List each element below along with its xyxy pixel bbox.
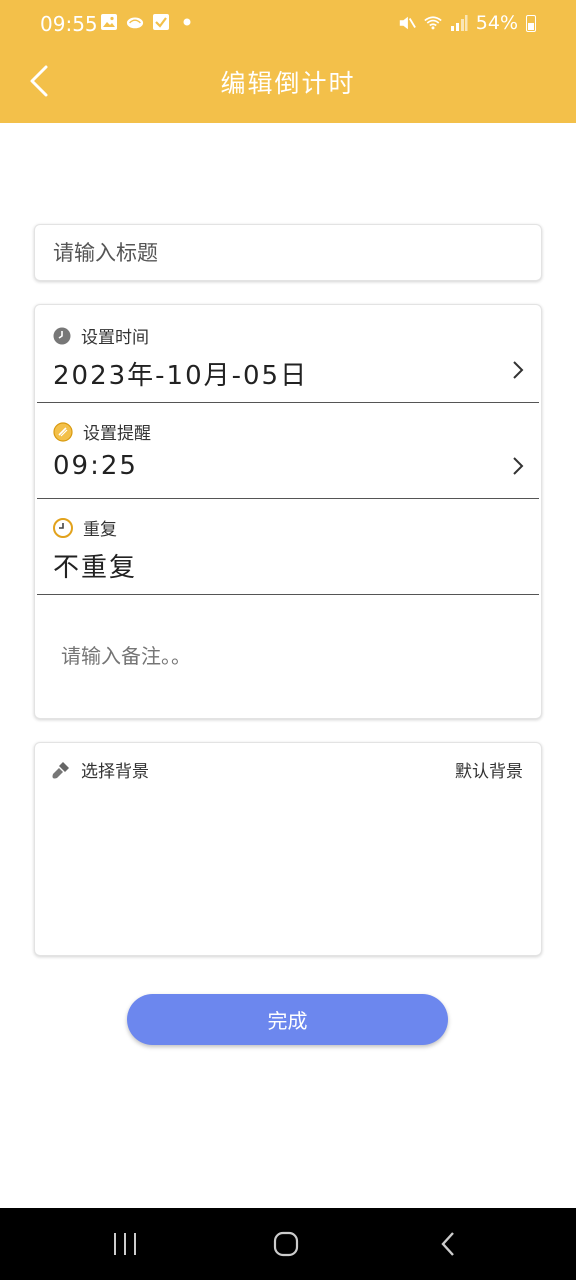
- app-header: 09:55 54% 编辑倒计时: [0, 0, 576, 123]
- mute-icon: [399, 16, 416, 30]
- alarm-icon: [53, 421, 73, 442]
- set-time-value: 2023年-10月-05日: [53, 361, 309, 391]
- title-input[interactable]: [35, 225, 541, 280]
- home-icon[interactable]: [273, 1230, 299, 1258]
- set-time-label: 设置时间: [81, 328, 149, 348]
- back-icon[interactable]: [438, 1230, 458, 1258]
- default-background-button[interactable]: 默认背景: [455, 757, 523, 782]
- set-reminder-row[interactable]: 设置提醒 09:25: [37, 403, 539, 499]
- page-title: 编辑倒计时: [220, 69, 356, 98]
- status-time: 09:55: [40, 12, 98, 36]
- done-button[interactable]: 完成: [127, 994, 448, 1045]
- repeat-label: 重复: [83, 520, 117, 540]
- notification-icons: [100, 13, 196, 31]
- set-time-row[interactable]: 设置时间 2023年-10月-05日: [37, 307, 539, 403]
- repeat-clock-icon: [53, 517, 73, 538]
- set-reminder-value: 09:25: [53, 451, 138, 481]
- recent-apps-icon[interactable]: [112, 1230, 138, 1258]
- chevron-right-icon: [513, 457, 524, 475]
- signal-icon: [450, 15, 468, 31]
- system-indicators: 54%: [398, 12, 536, 34]
- dot-icon: [183, 18, 191, 26]
- repeat-label-group: 重复: [53, 515, 117, 540]
- chevron-right-icon: [513, 361, 524, 379]
- set-reminder-label: 设置提醒: [83, 424, 151, 444]
- system-nav-bar: [0, 1208, 576, 1280]
- background-card[interactable]: 选择背景 默认背景: [34, 742, 542, 956]
- repeat-value: 不重复: [53, 553, 138, 583]
- background-label-group: 选择背景: [51, 757, 149, 782]
- checkbox-icon: [153, 14, 169, 30]
- status-bar: 09:55 54%: [0, 0, 576, 48]
- gallery-icon: [101, 14, 117, 30]
- note-input[interactable]: [59, 645, 523, 670]
- settings-card: 设置时间 2023年-10月-05日 设置提醒 09:25 重复 不重复 请输入…: [34, 304, 542, 719]
- battery-icon: [526, 14, 536, 32]
- set-reminder-label-group: 设置提醒: [53, 419, 151, 444]
- cloud-icon: [126, 17, 144, 29]
- background-label: 选择背景: [81, 762, 149, 782]
- wifi-icon: [424, 16, 442, 30]
- set-time-label-group: 设置时间: [53, 323, 149, 348]
- clock-icon: [53, 327, 71, 344]
- divider: [37, 594, 539, 595]
- repeat-row[interactable]: 重复 不重复: [37, 499, 539, 595]
- brush-icon: [52, 761, 69, 778]
- title-input-card: [34, 224, 542, 281]
- battery-percent: 54%: [475, 12, 518, 34]
